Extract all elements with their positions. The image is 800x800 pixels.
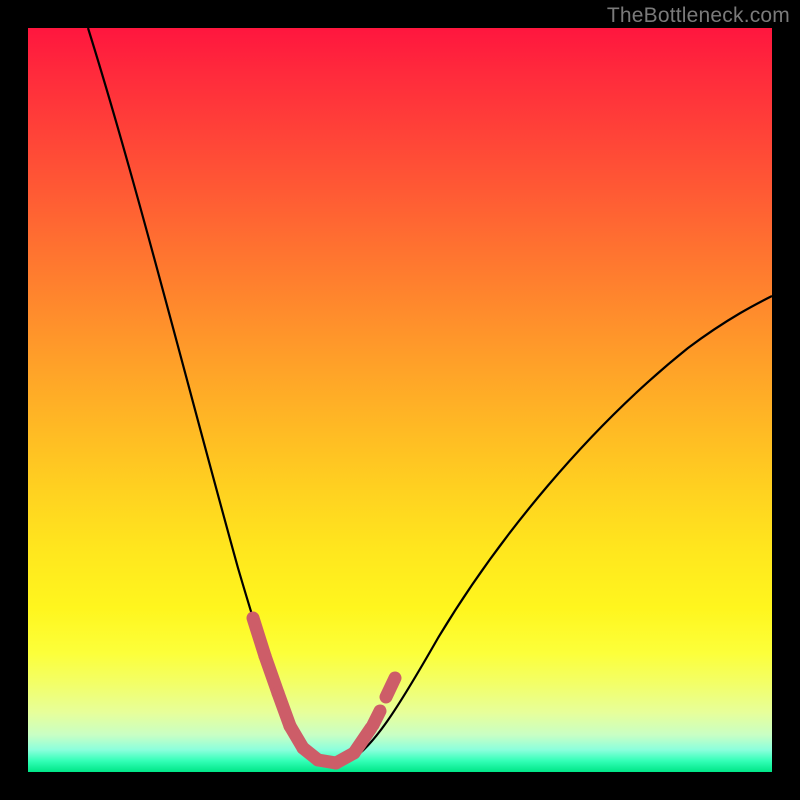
chart-frame: TheBottleneck.com: [0, 0, 800, 800]
bottleneck-curve: [88, 28, 772, 767]
marker-seg: [373, 711, 380, 725]
marker-seg: [354, 728, 371, 753]
valley-highlight-markers: [253, 618, 395, 763]
curve-layer: [28, 28, 772, 772]
watermark-text: TheBottleneck.com: [607, 4, 790, 28]
plot-area: [28, 28, 772, 772]
marker-seg: [386, 678, 395, 697]
